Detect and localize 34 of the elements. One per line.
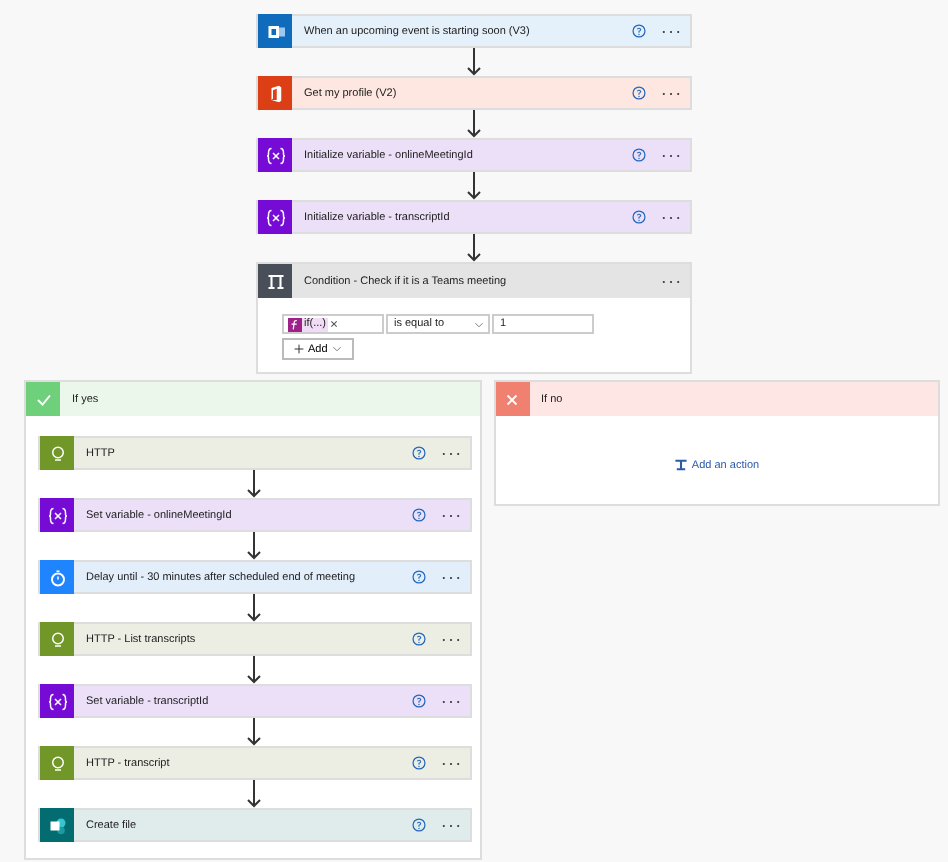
chevron-down-icon [331, 346, 342, 352]
arrow-icon [244, 594, 265, 622]
remove-icon[interactable] [330, 320, 338, 328]
chevron-down-icon [474, 321, 484, 327]
arrow-icon [464, 172, 484, 200]
help-icon[interactable] [411, 446, 425, 460]
help-icon[interactable] [411, 570, 425, 584]
condition-icon [263, 269, 287, 293]
arrow-icon [244, 780, 265, 808]
help-icon[interactable] [411, 818, 425, 832]
arrow-icon [244, 470, 265, 498]
help-icon[interactable] [411, 632, 425, 646]
function-icon [288, 317, 302, 331]
help-icon[interactable] [411, 508, 425, 522]
help-icon[interactable] [632, 86, 646, 100]
file-app-icon [45, 813, 69, 837]
arrow-icon [244, 656, 265, 684]
help-icon[interactable] [411, 756, 425, 770]
plus-icon [294, 344, 304, 354]
help-icon[interactable] [632, 24, 646, 38]
add-action-icon [673, 458, 688, 472]
help-icon[interactable] [632, 210, 646, 224]
arrow-icon [464, 234, 484, 262]
arrow-icon [464, 110, 484, 138]
arrow-icon [244, 532, 265, 560]
variable-icon [45, 689, 69, 713]
variable-icon [45, 503, 69, 527]
help-icon[interactable] [411, 694, 425, 708]
arrow-icon [464, 48, 484, 76]
arrow-icon [244, 718, 265, 746]
timer-icon [45, 565, 69, 589]
help-icon[interactable] [632, 148, 646, 162]
variable-icon [263, 143, 287, 167]
variable-icon [263, 205, 287, 229]
